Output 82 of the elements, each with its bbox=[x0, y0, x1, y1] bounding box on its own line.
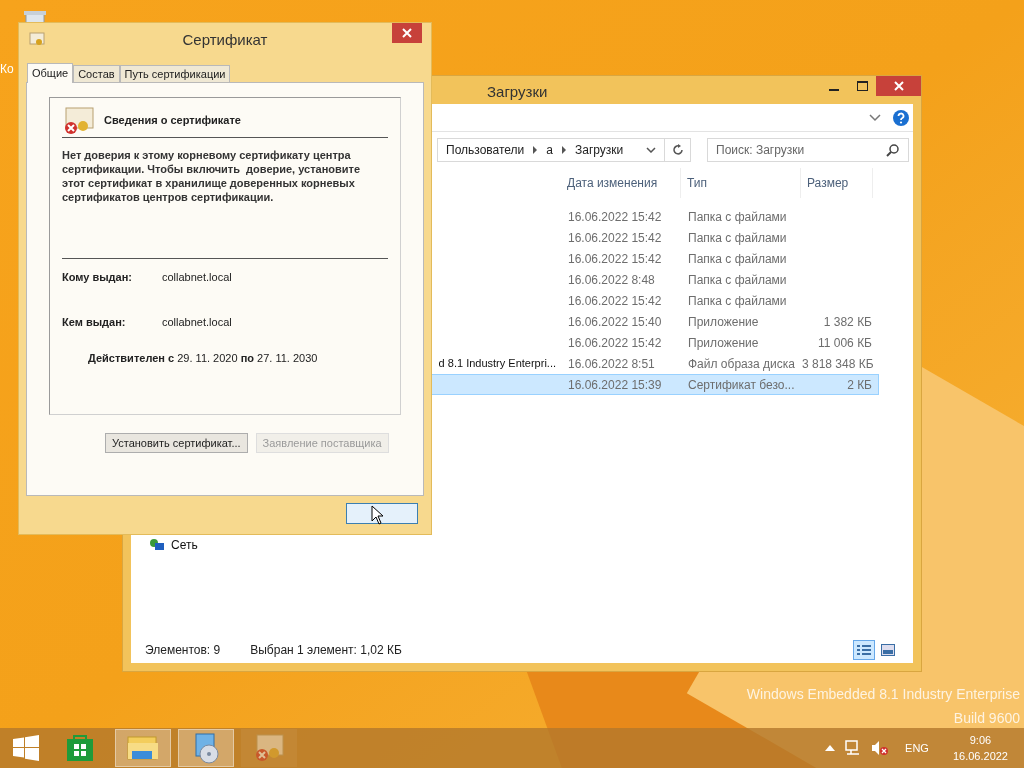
close-button[interactable] bbox=[876, 76, 921, 96]
close-icon bbox=[893, 81, 904, 91]
column-header[interactable]: Тип bbox=[681, 168, 801, 198]
search-icon bbox=[886, 143, 900, 157]
file-date: 16.06.2022 15:42 bbox=[567, 292, 663, 310]
minimize-icon bbox=[829, 88, 839, 91]
certificate-error-icon bbox=[62, 105, 94, 136]
close-button[interactable] bbox=[392, 23, 422, 43]
certificate-icon bbox=[29, 31, 45, 47]
window-title: Загрузки bbox=[487, 82, 548, 102]
chevron-down-icon bbox=[869, 113, 881, 122]
certificate-button[interactable] bbox=[241, 729, 297, 767]
file-type: Папка с файлами bbox=[687, 250, 788, 268]
file-date: 16.06.2022 15:42 bbox=[567, 208, 663, 226]
issuer-statement-button: Заявление поставщика bbox=[255, 433, 389, 453]
preview-pane-icon bbox=[881, 644, 895, 656]
folder-icon bbox=[126, 733, 160, 763]
network-icon bbox=[845, 740, 862, 756]
tab[interactable]: Путь сертификации bbox=[119, 65, 231, 82]
install-certificate-button[interactable]: Установить сертификат... bbox=[105, 433, 248, 453]
shopping-bag-icon bbox=[65, 733, 95, 763]
file-date: 16.06.2022 15:40 bbox=[567, 313, 663, 331]
validity-period: Действителен с 29. 11. 2020 по 27. 11. 2030 bbox=[88, 351, 319, 366]
tab[interactable]: Общие bbox=[27, 63, 74, 83]
file-date: 16.06.2022 15:42 bbox=[567, 229, 663, 247]
field-value: collabnet.local bbox=[162, 270, 232, 285]
breadcrumb[interactable]: а bbox=[546, 141, 553, 159]
network-icon bbox=[149, 537, 165, 552]
field-label: Кому выдан: bbox=[62, 270, 134, 285]
status-text: Выбран 1 элемент: 1,02 КБ bbox=[250, 642, 402, 659]
file-type: Приложение bbox=[687, 334, 760, 352]
file-type: Папка с файлами bbox=[687, 292, 788, 310]
details-view-button[interactable] bbox=[853, 640, 875, 660]
breadcrumb[interactable]: Загрузки bbox=[575, 141, 624, 159]
certificate-heading: Сведения о сертификате bbox=[104, 113, 241, 129]
breadcrumb-arrow-icon bbox=[561, 146, 567, 154]
column-header[interactable]: Размер bbox=[801, 168, 873, 198]
ok-button[interactable] bbox=[346, 503, 418, 524]
status-text: Элементов: 9 bbox=[145, 642, 221, 659]
edition-text: Build 9600 bbox=[953, 709, 1020, 728]
file-type: Папка с файлами bbox=[687, 271, 788, 289]
speaker-muted-icon bbox=[871, 740, 890, 756]
file-size: 3 818 348 КБ bbox=[802, 356, 874, 371]
column-header[interactable]: Дата изменения bbox=[561, 168, 681, 198]
up-arrow-icon bbox=[825, 745, 836, 751]
file-type: Сертификат безо... bbox=[687, 376, 796, 394]
file-type: Приложение bbox=[687, 313, 760, 331]
tab[interactable]: Состав bbox=[73, 65, 120, 82]
breadcrumb-arrow-icon bbox=[532, 146, 539, 154]
edition-text: Windows Embedded 8.1 Industry Enterprise bbox=[746, 685, 1020, 704]
file-type: Файл образа диска bbox=[687, 355, 796, 373]
file-date: 16.06.2022 15:42 bbox=[567, 334, 663, 352]
mouse-cursor-icon bbox=[371, 505, 385, 525]
file-size: 11 006 КБ bbox=[818, 335, 872, 350]
file-date: 16.06.2022 15:42 bbox=[567, 250, 663, 268]
field-label: Кем выдан: bbox=[62, 314, 127, 330]
file-size: 1 382 КБ bbox=[823, 314, 872, 329]
trust-warning: Нет доверия к этому корневому сертификату центра сертификации. Чтобы включить доверие, установите этот сертификат в хранилище доверенных корневых сертификатов центров сертификации. bbox=[62, 148, 362, 204]
file-type: Папка с файлами bbox=[687, 229, 788, 247]
file-date: 16.06.2022 8:48 bbox=[567, 271, 656, 289]
help-icon bbox=[893, 109, 909, 126]
control-panel-button[interactable] bbox=[178, 729, 234, 767]
start-icon bbox=[13, 735, 39, 761]
search-field[interactable]: Поиск: Загрузки bbox=[708, 139, 886, 161]
breadcrumb[interactable]: Пользователи bbox=[446, 141, 525, 159]
file-date: 16.06.2022 15:39 bbox=[567, 376, 663, 394]
nav-item[interactable]: Сеть bbox=[149, 534, 198, 555]
file-explorer-button[interactable] bbox=[115, 729, 171, 767]
maximize-icon bbox=[856, 81, 868, 91]
file-size: 2 КБ bbox=[847, 377, 872, 392]
address-bar[interactable]: Пользователи а Загрузки bbox=[437, 138, 691, 162]
file-date: 16.06.2022 8:51 bbox=[567, 355, 656, 373]
field-value: collabnet.local bbox=[162, 314, 232, 330]
certificate-icon bbox=[253, 733, 285, 763]
close-icon bbox=[402, 28, 412, 38]
refresh-icon bbox=[671, 144, 684, 156]
dialog-title: Сертификат bbox=[182, 30, 268, 50]
search-box[interactable]: Поиск: Загрузки bbox=[707, 138, 909, 162]
chevron-down-icon bbox=[646, 147, 656, 153]
file-name: d 8.1 Industry Enterpri... bbox=[438, 356, 556, 372]
file-type: Папка с файлами bbox=[687, 208, 788, 226]
list-view-icon bbox=[857, 644, 871, 656]
